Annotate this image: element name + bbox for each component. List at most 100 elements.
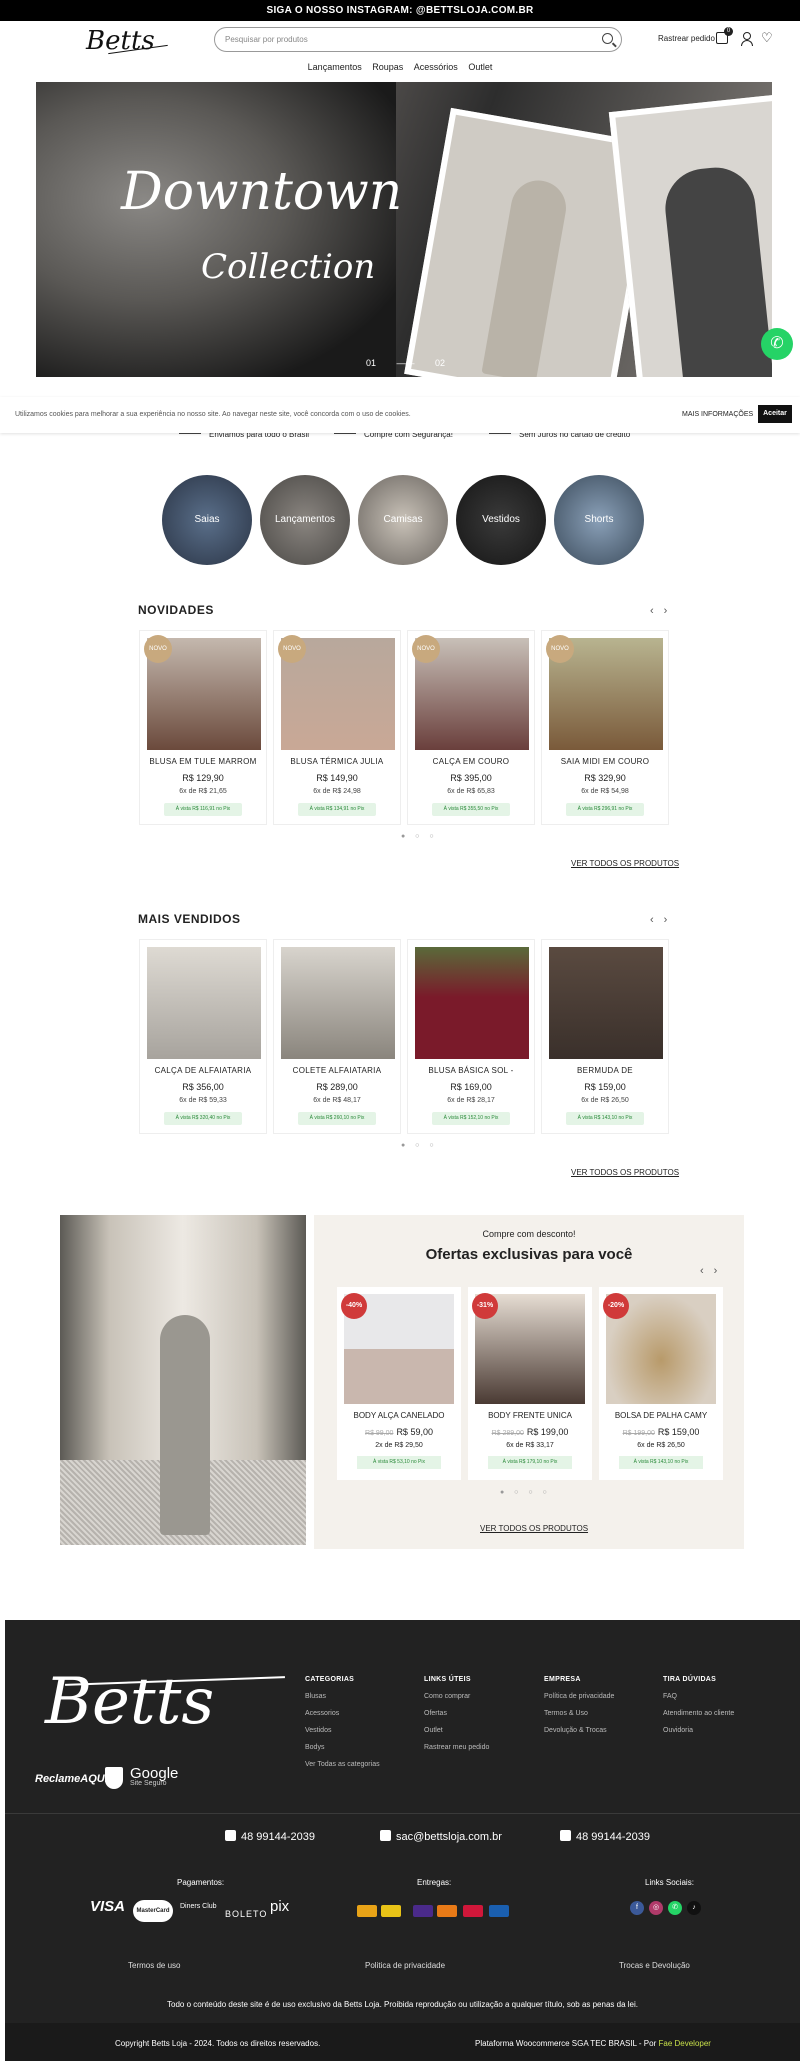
- offer-card[interactable]: -31% BODY FRENTE UNICA R$ 289,00 R$ 199,0…: [468, 1287, 592, 1480]
- product-card[interactable]: NOVO BLUSA TÉRMICA JULIA R$ 149,90 6x de…: [273, 630, 401, 825]
- cookie-more-info-link[interactable]: MAIS INFORMAÇÕES: [682, 411, 753, 418]
- product-card[interactable]: NOVO BLUSA EM TULE MARROM R$ 129,90 6x d…: [139, 630, 267, 825]
- product-name[interactable]: BERMUDA DE: [542, 1066, 668, 1075]
- footer-link[interactable]: Termos & Uso: [544, 1710, 614, 1717]
- contact-email[interactable]: sac@bettsloja.com.br: [380, 1830, 502, 1843]
- footer-link[interactable]: FAQ: [663, 1693, 734, 1700]
- product-name[interactable]: BLUSA BÁSICA SOL -: [408, 1066, 534, 1075]
- product-name[interactable]: BODY FRENTE UNICA: [468, 1411, 592, 1420]
- offer-card[interactable]: -40% BODY ALÇA CANELADO R$ 99,00 R$ 59,00…: [337, 1287, 461, 1480]
- product-image[interactable]: [549, 947, 663, 1059]
- hero-banner[interactable]: Downtown Collection 01 —— 02: [36, 82, 772, 377]
- product-card[interactable]: CALÇA DE ALFAIATARIA R$ 356,00 6x de R$ …: [139, 939, 267, 1134]
- site-header: Betts Pesquisar por produtos Rastrear pe…: [0, 21, 800, 79]
- reclame-aqui-badge[interactable]: ReclameAQUI: [35, 1773, 108, 1785]
- whatsapp-icon[interactable]: ✆: [668, 1901, 682, 1915]
- visa-logo: VISA: [90, 1898, 126, 1915]
- product-name[interactable]: BOLSA DE PALHA CAMY: [599, 1411, 723, 1420]
- footer-bottom-link[interactable]: Politica de privacidade: [365, 1961, 445, 1970]
- platform-label: Plataforma Woocommerce SGA TEC BRASIL - …: [475, 2039, 657, 2048]
- tiktok-icon[interactable]: ♪: [687, 1901, 701, 1915]
- footer-link[interactable]: Bodys: [305, 1744, 380, 1751]
- nav-item-outlet[interactable]: Outlet: [468, 62, 492, 72]
- footer-bottom-link[interactable]: Termos de uso: [128, 1961, 180, 1970]
- category-lancamentos[interactable]: Lançamentos: [260, 475, 350, 565]
- account-icon[interactable]: [740, 32, 753, 46]
- product-name[interactable]: CALÇA DE ALFAIATARIA: [140, 1066, 266, 1075]
- product-card[interactable]: NOVO CALÇA EM COURO R$ 395,00 6x de R$ 6…: [407, 630, 535, 825]
- footer-link[interactable]: Ofertas: [424, 1710, 489, 1717]
- product-name[interactable]: BLUSA TÉRMICA JULIA: [274, 757, 400, 766]
- product-image[interactable]: [415, 947, 529, 1059]
- view-all-link[interactable]: VER TODOS OS PRODUTOS: [480, 1524, 588, 1533]
- category-camisas[interactable]: Camisas: [358, 475, 448, 565]
- instagram-icon[interactable]: ◎: [649, 1901, 663, 1915]
- nav-item-acessorios[interactable]: Acessórios: [414, 62, 458, 72]
- footer-link[interactable]: Outlet: [424, 1727, 489, 1734]
- footer-logo[interactable]: Betts: [45, 1665, 214, 1739]
- footer-link[interactable]: Ouvidoria: [663, 1727, 734, 1734]
- footer-link[interactable]: Blusas: [305, 1693, 380, 1700]
- boleto-logo: BOLETO: [225, 1909, 268, 1919]
- view-all-link[interactable]: VER TODOS OS PRODUTOS: [571, 1168, 679, 1177]
- footer-link[interactable]: Ver Todas as categorias: [305, 1761, 380, 1768]
- offers-lookbook-image[interactable]: [60, 1215, 306, 1545]
- payments-label: Pagamentos:: [177, 1878, 225, 1887]
- contact-phone[interactable]: 48 99144-2039: [560, 1830, 650, 1843]
- google-safe-badge[interactable]: Google Site Seguro: [130, 1765, 178, 1787]
- chevron-right-icon[interactable]: ›: [664, 914, 668, 926]
- search-input[interactable]: Pesquisar por produtos: [214, 27, 622, 52]
- chevron-left-icon[interactable]: ‹: [700, 1265, 704, 1277]
- carousel-pager[interactable]: ● ○ ○: [401, 1142, 438, 1149]
- facebook-icon[interactable]: f: [630, 1901, 644, 1915]
- footer-link[interactable]: Devolução & Trocas: [544, 1727, 614, 1734]
- cart-icon[interactable]: 0: [716, 27, 733, 44]
- product-image[interactable]: [147, 947, 261, 1059]
- carrier-logo: [463, 1905, 483, 1917]
- product-name[interactable]: BLUSA EM TULE MARROM: [140, 757, 266, 766]
- footer-link[interactable]: Rastrear meu pedido: [424, 1744, 489, 1751]
- nav-item-lancamentos[interactable]: Lançamentos: [308, 62, 362, 72]
- footer-link[interactable]: Vestidos: [305, 1727, 380, 1734]
- slide-indicator-2[interactable]: 02: [435, 358, 445, 368]
- footer-link[interactable]: Acessorios: [305, 1710, 380, 1717]
- product-card[interactable]: NOVO SAIA MIDI EM COURO R$ 329,90 6x de …: [541, 630, 669, 825]
- chevron-right-icon[interactable]: ›: [664, 605, 668, 617]
- offer-card[interactable]: -20% BOLSA DE PALHA CAMY R$ 199,00 R$ 159…: [599, 1287, 723, 1480]
- product-name[interactable]: BODY ALÇA CANELADO: [337, 1411, 461, 1420]
- pix-price-badge: À vista R$ 296,91 no Pix: [566, 803, 644, 816]
- chevron-right-icon[interactable]: ›: [714, 1265, 718, 1277]
- search-placeholder: Pesquisar por produtos: [225, 35, 308, 44]
- category-vestidos[interactable]: Vestidos: [456, 475, 546, 565]
- whatsapp-icon[interactable]: ✆: [761, 328, 793, 360]
- product-price: R$ 395,00: [450, 773, 492, 783]
- category-saias[interactable]: Saias: [162, 475, 252, 565]
- category-shorts[interactable]: Shorts: [554, 475, 644, 565]
- product-name[interactable]: COLETE ALFAIATARIA: [274, 1066, 400, 1075]
- product-card[interactable]: BLUSA BÁSICA SOL - R$ 169,00 6x de R$ 28…: [407, 939, 535, 1134]
- view-all-link[interactable]: VER TODOS OS PRODUTOS: [571, 859, 679, 868]
- carousel-pager[interactable]: ● ○ ○ ○: [500, 1489, 551, 1496]
- nav-item-roupas[interactable]: Roupas: [372, 62, 403, 72]
- chevron-left-icon[interactable]: ‹: [650, 914, 654, 926]
- footer-link[interactable]: Atendimento ao cliente: [663, 1710, 734, 1717]
- chevron-left-icon[interactable]: ‹: [650, 605, 654, 617]
- product-name[interactable]: SAIA MIDI EM COURO: [542, 757, 668, 766]
- footer-link[interactable]: Política de privacidade: [544, 1693, 614, 1700]
- wishlist-icon[interactable]: ♡: [761, 31, 773, 44]
- product-image[interactable]: [281, 947, 395, 1059]
- contact-whatsapp[interactable]: 48 99144-2039: [225, 1830, 315, 1843]
- developer-link[interactable]: Fae Developer: [658, 2039, 710, 2048]
- slide-indicator-1[interactable]: 01: [366, 358, 376, 368]
- track-order-link[interactable]: Rastrear pedido: [658, 34, 715, 43]
- footer-bottom-link[interactable]: Trocas e Devolução: [619, 1961, 690, 1970]
- model-figure: [661, 163, 772, 377]
- product-card[interactable]: BERMUDA DE R$ 159,00 6x de R$ 26,50 À vi…: [541, 939, 669, 1134]
- search-icon[interactable]: [602, 33, 613, 44]
- carousel-pager[interactable]: ● ○ ○: [401, 833, 438, 840]
- discount-badge: -31%: [472, 1293, 498, 1319]
- product-card[interactable]: COLETE ALFAIATARIA R$ 289,00 6x de R$ 48…: [273, 939, 401, 1134]
- footer-link[interactable]: Como comprar: [424, 1693, 489, 1700]
- cookie-accept-button[interactable]: Aceitar: [758, 405, 792, 423]
- product-name[interactable]: CALÇA EM COURO: [408, 757, 534, 766]
